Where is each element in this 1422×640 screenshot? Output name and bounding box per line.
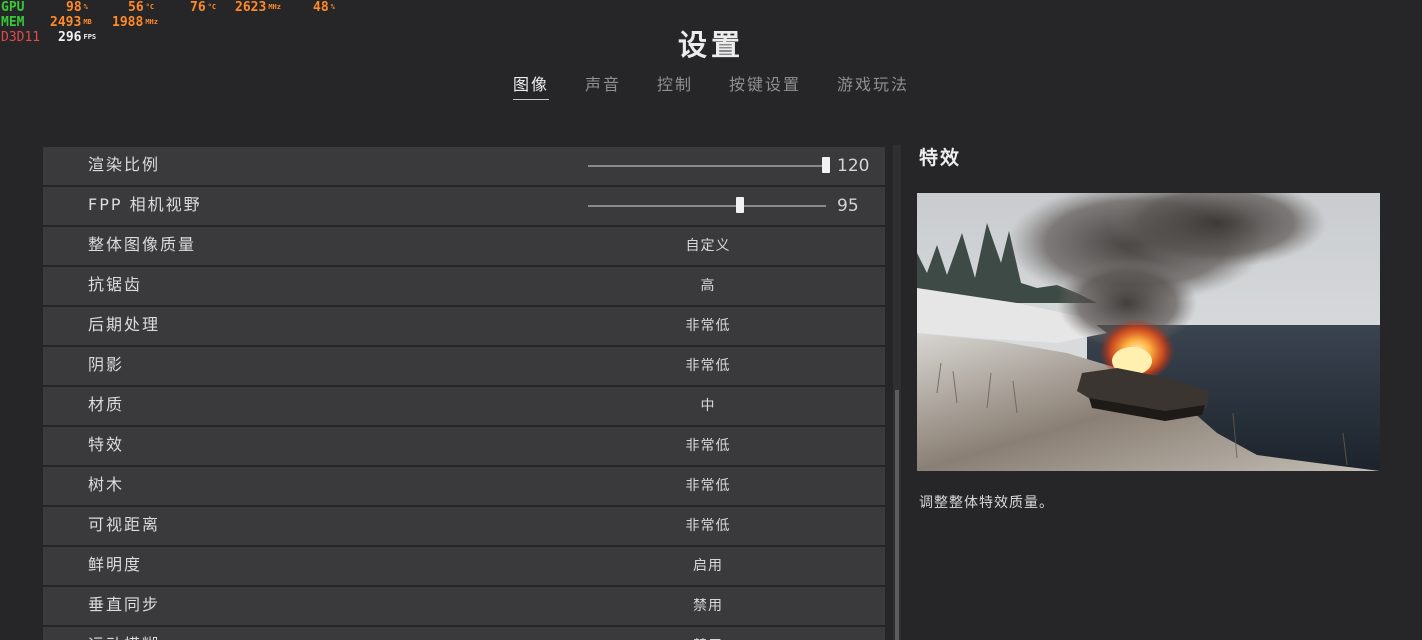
setting-label: 后期处理 — [88, 315, 161, 334]
osd-gpu-label: GPU — [1, 0, 25, 15]
tab-0[interactable]: 图像 — [495, 74, 567, 100]
slider-track[interactable] — [588, 205, 826, 207]
slider-thumb[interactable] — [822, 157, 830, 173]
setting-label: 阴影 — [88, 355, 125, 374]
setting-row[interactable]: 后期处理 非常低 — [43, 307, 885, 345]
setting-label: 特效 — [88, 435, 125, 454]
osd-cpu-temp: 76 °C — [190, 0, 217, 15]
tab-1[interactable]: 声音 — [567, 74, 639, 100]
setting-row[interactable]: 可视距离 非常低 — [43, 507, 885, 545]
slider-value: 95 — [837, 196, 859, 216]
setting-row[interactable]: FPP 相机视野 95 — [43, 187, 885, 225]
setting-label: 运动模糊 — [88, 627, 160, 640]
osd-gpu-temp: 56 °C — [128, 0, 155, 15]
setting-value[interactable]: 非常低 — [603, 307, 813, 345]
setting-value[interactable]: 禁用 — [603, 587, 813, 625]
setting-row[interactable]: 特效 非常低 — [43, 427, 885, 465]
setting-label: 垂直同步 — [88, 595, 161, 614]
settings-list: 渲染比例 120 FPP 相机视野 95 整体图像质量 自定义 抗锯齿高后期处理 非常低 阴影非… — [43, 147, 885, 640]
setting-row[interactable]: 材质 中 — [43, 387, 885, 425]
setting-value[interactable]: 非常低 — [603, 427, 813, 465]
setting-label: 渲染比例 — [88, 155, 161, 174]
osd-cpu-load: 48% — [313, 0, 335, 15]
settings-tabs: 图像 声音 控制 按键设置 游戏玩法 — [0, 74, 1422, 100]
setting-row[interactable]: 阴影 非常低 — [43, 347, 885, 385]
setting-row[interactable]: 抗锯齿 高 — [43, 267, 885, 305]
setting-row[interactable]: 渲染比例 120 — [43, 147, 885, 185]
tab-4[interactable]: 游戏玩法 — [819, 74, 927, 100]
setting-row[interactable]: 树木 非常低 — [43, 467, 885, 505]
setting-label: 整体图像质量 — [88, 235, 197, 254]
setting-row[interactable]: 整体图像质量 自定义 — [43, 227, 885, 265]
setting-value[interactable]: 非常低 — [603, 507, 813, 545]
page-title: 设置 — [677, 28, 744, 62]
setting-value[interactable]: 禁用 — [603, 627, 813, 640]
burning-vehicle-scene — [917, 193, 1380, 471]
settings-scrollbar[interactable] — [893, 145, 901, 640]
tab-3[interactable]: 按键设置 — [711, 74, 819, 100]
osd-gpu-load: 98% — [66, 0, 88, 15]
tab-2[interactable]: 控制 — [639, 74, 711, 100]
setting-value[interactable]: 自定义 — [603, 227, 813, 265]
preview-image — [917, 193, 1380, 471]
slider-track[interactable] — [588, 165, 826, 167]
detail-title: 特效 — [919, 147, 962, 169]
setting-label: 树木 — [88, 475, 125, 494]
setting-value[interactable]: 非常低 — [603, 467, 813, 505]
setting-value[interactable]: 启用 — [603, 547, 813, 585]
osd-gpu-clock: 2623 MHz — [235, 0, 281, 15]
scrollbar-thumb[interactable] — [895, 390, 899, 640]
setting-value[interactable]: 中 — [603, 387, 813, 425]
setting-row[interactable]: 鲜明度 启用 — [43, 547, 885, 585]
osd-row-gpu: GPU 98% 56 °C 76 °C 2623 MHz 48% — [0, 0, 360, 15]
slider-value: 120 — [837, 156, 870, 176]
detail-description: 调整整体特效质量。 — [919, 495, 1054, 511]
setting-label: 抗锯齿 — [88, 275, 143, 294]
setting-label: 鲜明度 — [88, 555, 143, 574]
setting-label: FPP 相机视野 — [88, 195, 202, 214]
setting-row[interactable]: 运动模糊 禁用 — [43, 627, 885, 640]
setting-value[interactable]: 非常低 — [603, 347, 813, 385]
setting-value[interactable]: 高 — [603, 267, 813, 305]
setting-label: 材质 — [88, 395, 125, 414]
setting-row[interactable]: 垂直同步 禁用 — [43, 587, 885, 625]
setting-label: 可视距离 — [88, 515, 161, 534]
slider-thumb[interactable] — [736, 197, 745, 213]
